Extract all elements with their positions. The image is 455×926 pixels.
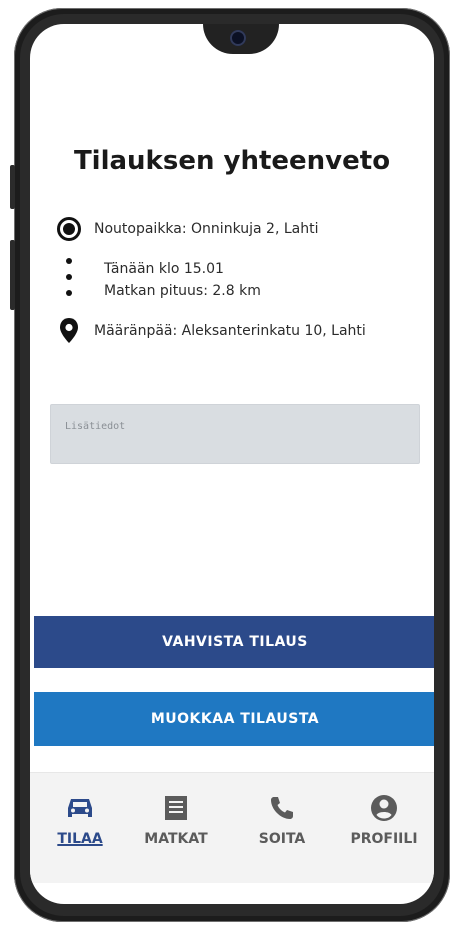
side-button-upper — [10, 165, 15, 209]
nav-tilaa[interactable]: TILAA — [34, 791, 126, 847]
confirm-order-button[interactable]: VAHVISTA TILAUS — [34, 616, 434, 668]
user-icon — [338, 791, 430, 825]
nav-label-matkat: MATKAT — [144, 831, 208, 847]
app-screen: Tilauksen yhteenveto Noutopaikka: Onnink… — [30, 24, 434, 904]
notes-field[interactable] — [50, 404, 420, 464]
nav-profiili[interactable]: PROFIILI — [338, 791, 430, 847]
pickup-time: Tänään klo 15.01 — [104, 261, 224, 277]
page-title: Tilauksen yhteenveto — [73, 146, 391, 176]
trip-info-row: Tänään klo 15.01 Matkan pituus: 2.8 km — [54, 258, 261, 302]
trip-distance: Matkan pituus: 2.8 km — [104, 283, 261, 299]
radio-target-icon — [54, 214, 84, 244]
phone-icon — [236, 791, 328, 825]
car-icon — [34, 791, 126, 825]
bottom-navigation: TILAA MATKAT SOITA PROFIILI — [30, 772, 434, 883]
destination-row: Määränpää: Aleksanterinkatu 10, Lahti — [54, 316, 366, 346]
nav-label-profiili: PROFIILI — [350, 831, 418, 847]
notes-input[interactable] — [51, 405, 419, 463]
camera-icon — [230, 30, 246, 46]
pickup-label: Noutopaikka: Onninkuja 2, Lahti — [94, 221, 319, 237]
nav-label-tilaa: TILAA — [57, 831, 103, 847]
nav-soita[interactable]: SOITA — [236, 791, 328, 847]
nav-matkat[interactable]: MATKAT — [130, 791, 222, 847]
location-pin-icon — [54, 316, 84, 346]
destination-label: Määränpää: Aleksanterinkatu 10, Lahti — [94, 323, 366, 339]
list-icon — [130, 791, 222, 825]
nav-label-soita: SOITA — [258, 831, 306, 847]
vertical-dots-icon — [54, 258, 84, 296]
side-button-lower — [10, 240, 15, 310]
edit-order-button[interactable]: MUOKKAA TILAUSTA — [34, 692, 434, 746]
pickup-row: Noutopaikka: Onninkuja 2, Lahti — [54, 214, 318, 244]
